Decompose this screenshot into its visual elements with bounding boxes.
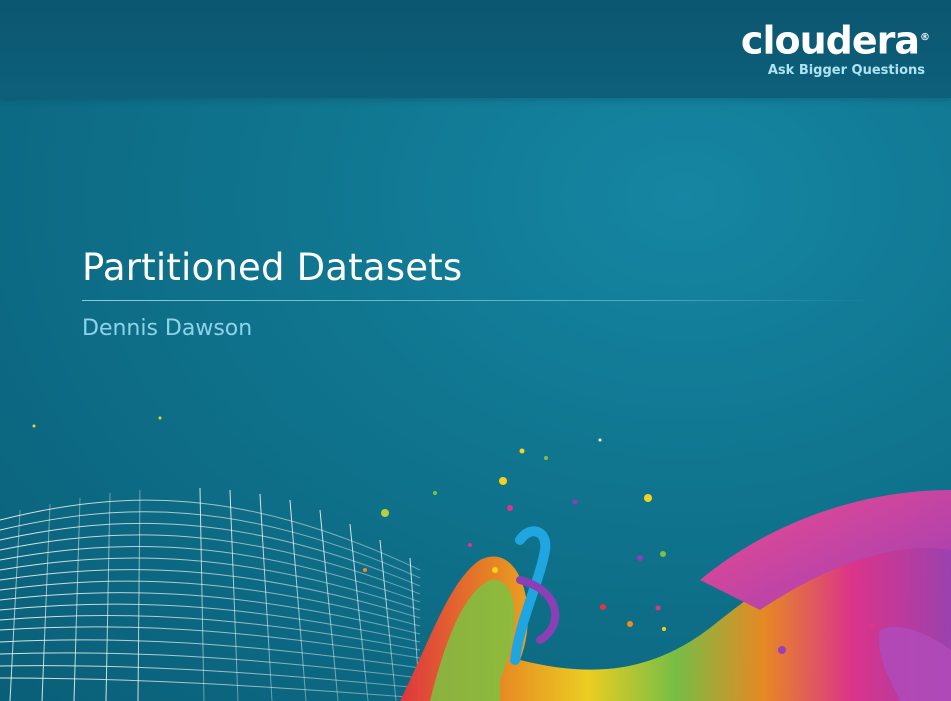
cloudera-logo: cloudera® Ask Bigger Questions <box>729 18 930 78</box>
slide-subtitle: Dennis Dawson <box>82 316 253 341</box>
registered-mark: ® <box>920 32 930 43</box>
paint-flow <box>400 490 951 701</box>
decorative-paint-splash-art <box>0 416 951 701</box>
title-slide: cloudera® Ask Bigger Questions Partition… <box>0 0 951 701</box>
slide-title: Partitioned Datasets <box>82 246 463 289</box>
logo-wordmark-text: cloudera <box>740 18 920 63</box>
logo-tagline: Ask Bigger Questions <box>767 62 925 78</box>
title-divider <box>82 300 872 301</box>
wire-mesh <box>0 487 421 701</box>
logo-wordmark: cloudera® <box>729 18 930 63</box>
header-band: cloudera® Ask Bigger Questions <box>0 0 951 98</box>
